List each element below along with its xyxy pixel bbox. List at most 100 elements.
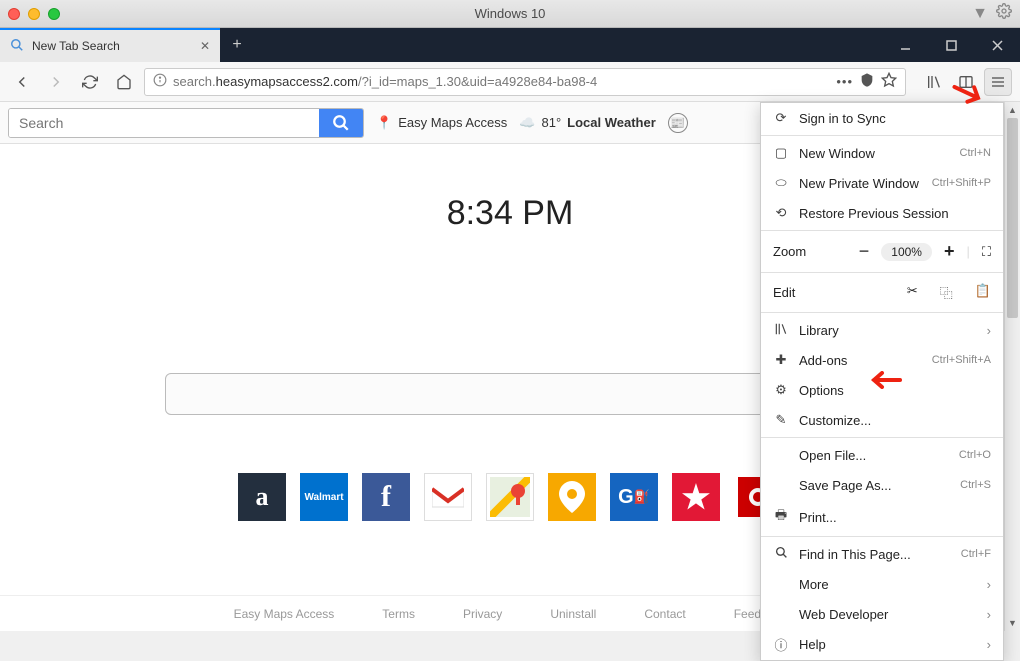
tab-strip: New Tab Search ✕ + <box>0 28 1020 62</box>
search-box <box>8 108 364 138</box>
footer-link-contact[interactable]: Contact <box>644 607 685 621</box>
scroll-down-icon[interactable]: ▼ <box>1005 615 1020 631</box>
footer-link-uninstall[interactable]: Uninstall <box>550 607 596 621</box>
titlebar-right: ▼ <box>972 3 1012 24</box>
separator <box>761 272 1003 273</box>
url-bar[interactable]: search.heasymapsaccess2.com/?i_id=maps_1… <box>144 68 906 96</box>
library-icon <box>773 322 789 339</box>
shortcut-local[interactable] <box>548 473 596 521</box>
gear-icon: ⚙ <box>773 382 789 398</box>
restore-icon: ⟲ <box>773 205 789 221</box>
separator <box>761 437 1003 438</box>
page-actions-icon[interactable]: ••• <box>836 74 853 89</box>
copy-button[interactable]: ⿻ <box>940 283 953 302</box>
menu-open-file[interactable]: Open File... Ctrl+O <box>761 440 1003 470</box>
forward-button[interactable] <box>42 68 70 96</box>
separator <box>761 312 1003 313</box>
inner-close[interactable] <box>974 28 1020 62</box>
cut-button[interactable]: ✂ <box>907 283 918 302</box>
search-input[interactable] <box>9 109 319 137</box>
shortcut-google-maps[interactable] <box>486 473 534 521</box>
footer-link-brand[interactable]: Easy Maps Access <box>234 607 335 621</box>
menu-save-as[interactable]: Save Page As... Ctrl+S <box>761 470 1003 500</box>
maps-access-link[interactable]: 📍 Easy Maps Access <box>376 115 507 131</box>
separator <box>761 230 1003 231</box>
zoom-in-button[interactable]: + <box>944 241 955 262</box>
footer-link-terms[interactable]: Terms <box>382 607 415 621</box>
menu-private-window[interactable]: ⬭ New Private Window Ctrl+Shift+P <box>761 168 1003 198</box>
home-button[interactable] <box>110 68 138 96</box>
inner-maximize[interactable] <box>928 28 974 62</box>
gear-icon[interactable] <box>996 3 1012 24</box>
news-widget[interactable]: 📰 <box>668 113 688 133</box>
separator <box>761 536 1003 537</box>
nav-bar: search.heasymapsaccess2.com/?i_id=maps_1… <box>0 62 1020 102</box>
window-icon: ▢ <box>773 145 789 161</box>
inner-window-controls <box>882 28 1020 62</box>
zoom-level[interactable]: 100% <box>881 243 932 261</box>
main-search-input[interactable] <box>165 373 855 415</box>
chevron-right-icon: › <box>987 637 991 652</box>
scroll-up-icon[interactable]: ▲ <box>1005 102 1020 118</box>
url-text: search.heasymapsaccess2.com/?i_id=maps_1… <box>173 74 830 89</box>
menu-print[interactable]: 🖶 Print... <box>761 500 1003 534</box>
search-icon <box>10 38 24 55</box>
zoom-out-button[interactable]: − <box>859 241 870 262</box>
library-button[interactable] <box>920 68 948 96</box>
weather-icon: ☁️ <box>519 115 535 131</box>
traffic-lights <box>8 8 60 20</box>
menu-help[interactable]: ⓘ Help › <box>761 629 1003 660</box>
menu-button[interactable] <box>984 68 1012 96</box>
shortcut-walmart[interactable]: Walmart <box>300 473 348 521</box>
shortcut-facebook[interactable]: f <box>362 473 410 521</box>
chevron-right-icon: › <box>987 323 991 338</box>
inner-minimize[interactable] <box>882 28 928 62</box>
info-icon[interactable] <box>153 73 167 90</box>
titlebar: Windows 10 ▼ <box>0 0 1020 28</box>
sync-icon: ⟳ <box>773 110 789 126</box>
menu-find[interactable]: Find in This Page... Ctrl+F <box>761 539 1003 569</box>
scroll-thumb[interactable] <box>1007 118 1018 318</box>
tab-active[interactable]: New Tab Search ✕ <box>0 28 220 62</box>
shortcut-macys[interactable]: ★ <box>672 473 720 521</box>
menu-restore-session[interactable]: ⟲ Restore Previous Session <box>761 198 1003 228</box>
dropdown-icon[interactable]: ▼ <box>972 5 988 23</box>
shortcut-amazon[interactable]: a <box>238 473 286 521</box>
bookmark-icon[interactable] <box>881 72 897 91</box>
back-button[interactable] <box>8 68 36 96</box>
shortcut-gasbuddy[interactable]: G⛽ <box>610 473 658 521</box>
close-window[interactable] <box>8 8 20 20</box>
search-icon <box>773 546 789 562</box>
footer-link-privacy[interactable]: Privacy <box>463 607 502 621</box>
menu-web-developer[interactable]: Web Developer › <box>761 599 1003 629</box>
menu-more[interactable]: More › <box>761 569 1003 599</box>
menu-edit-row: Edit ✂ ⿻ 📋 <box>761 275 1003 310</box>
reload-button[interactable] <box>76 68 104 96</box>
paste-button[interactable]: 📋 <box>975 283 991 302</box>
menu-new-window[interactable]: ▢ New Window Ctrl+N <box>761 138 1003 168</box>
maximize-window[interactable] <box>48 8 60 20</box>
news-icon: 📰 <box>668 113 688 133</box>
map-marker-icon: 📍 <box>376 115 392 131</box>
tab-close-button[interactable]: ✕ <box>200 39 210 53</box>
menu-library[interactable]: Library › <box>761 315 1003 345</box>
window-title: Windows 10 <box>475 6 546 21</box>
chevron-right-icon: › <box>987 577 991 592</box>
puzzle-icon: ✚ <box>773 352 789 368</box>
shield-icon[interactable] <box>859 72 875 91</box>
scrollbar[interactable]: ▲ ▼ <box>1004 102 1020 631</box>
brush-icon: ✎ <box>773 412 789 428</box>
search-button[interactable] <box>319 109 363 137</box>
fullscreen-button[interactable]: ⛶ <box>982 244 991 260</box>
minimize-window[interactable] <box>28 8 40 20</box>
shortcut-gmail[interactable] <box>424 473 472 521</box>
weather-widget[interactable]: ☁️ 81° Local Weather <box>519 115 655 131</box>
chevron-right-icon: › <box>987 607 991 622</box>
mask-icon: ⬭ <box>773 175 789 191</box>
new-tab-button[interactable]: + <box>220 28 254 62</box>
separator <box>761 135 1003 136</box>
tab-title: New Tab Search <box>32 39 120 53</box>
menu-zoom-row: Zoom − 100% + | ⛶ <box>761 233 1003 270</box>
menu-customize[interactable]: ✎ Customize... <box>761 405 1003 435</box>
printer-icon: 🖶 <box>773 506 789 528</box>
